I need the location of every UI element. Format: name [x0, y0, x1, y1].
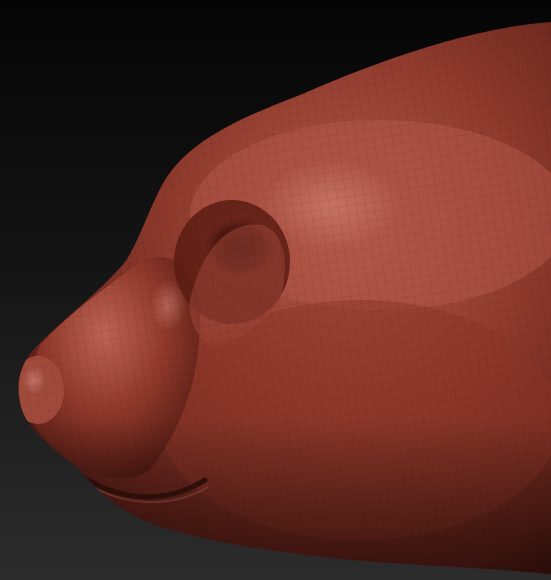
- sculpt-viewport[interactable]: [0, 0, 551, 580]
- head-surface: [18, 22, 551, 574]
- sculpt-render: [18, 22, 551, 574]
